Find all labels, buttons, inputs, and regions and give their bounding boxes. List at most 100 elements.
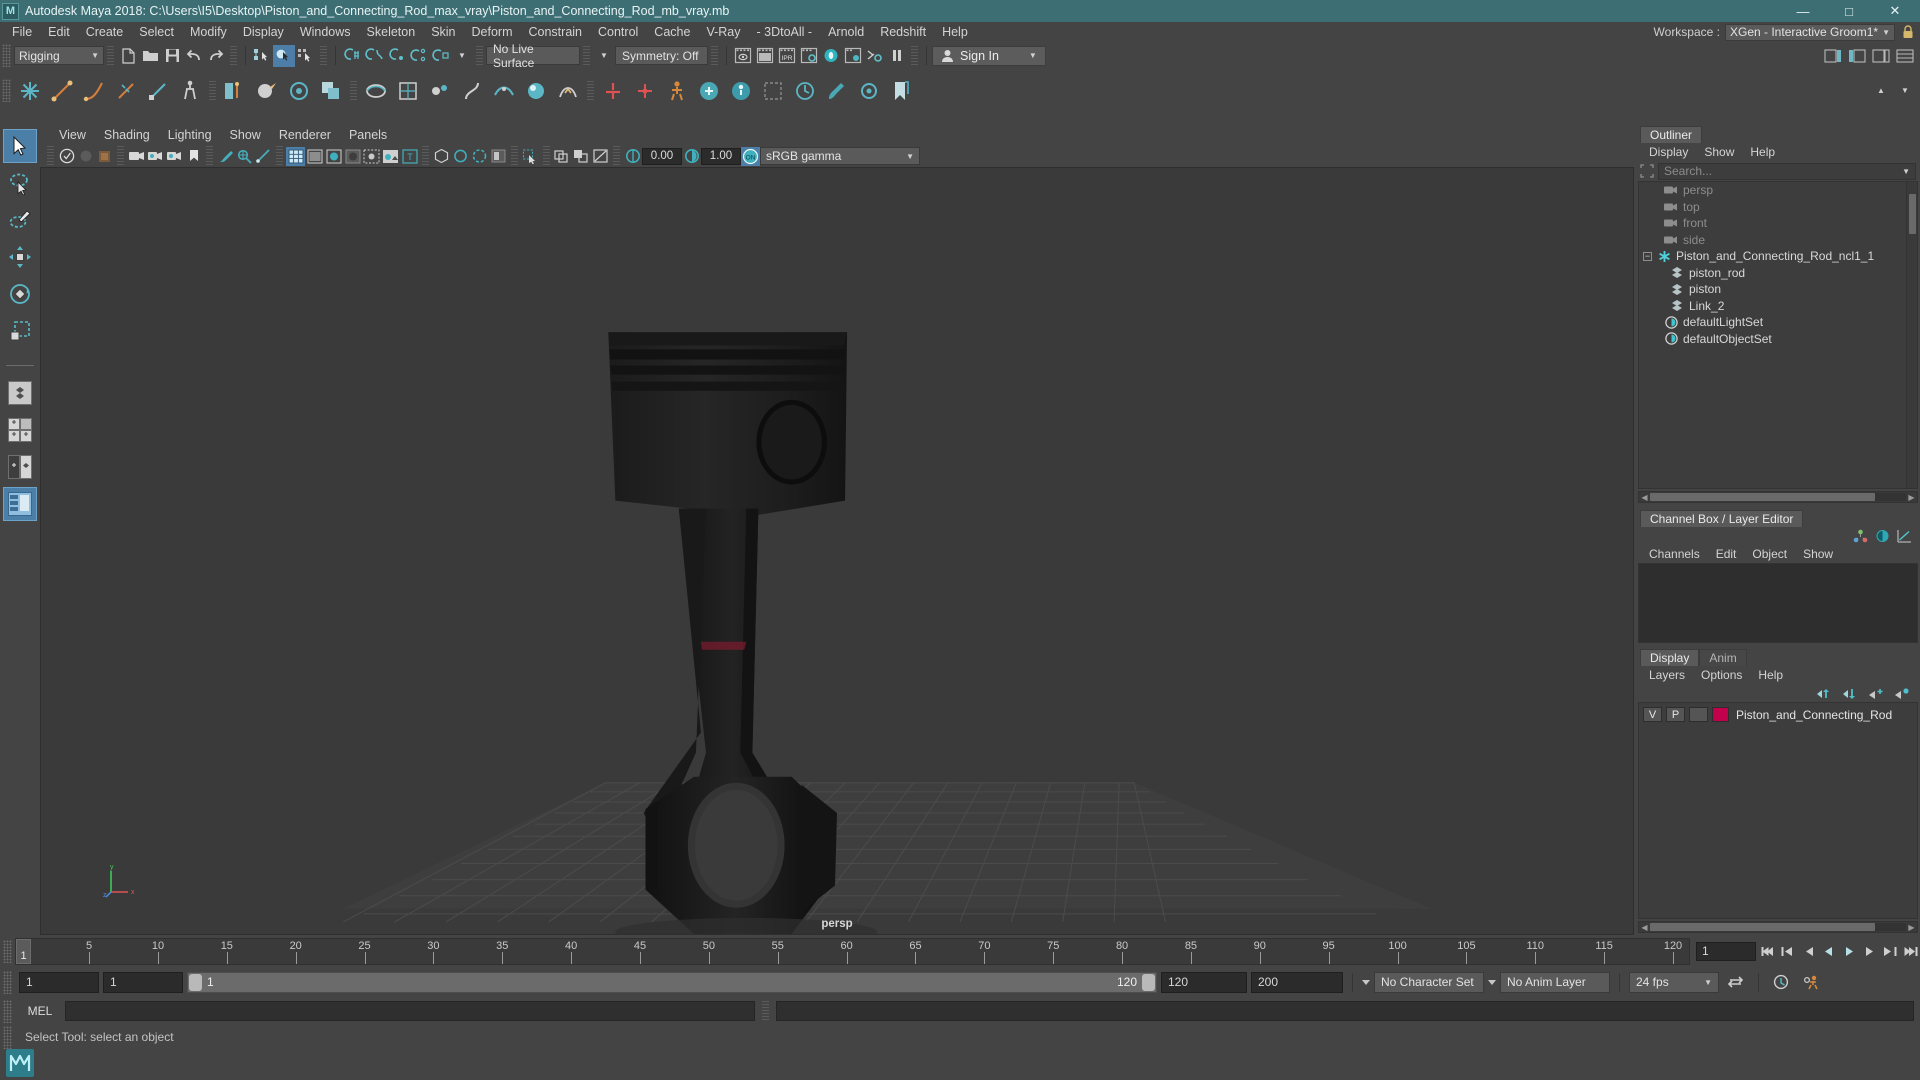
command-line-grip[interactable] [3, 999, 12, 1023]
play-backwards-button[interactable] [1820, 942, 1838, 961]
range-end-handle[interactable] [1142, 973, 1155, 991]
playback-start-field[interactable]: 1 [103, 971, 183, 993]
scroll-thumb[interactable] [1650, 923, 1876, 931]
move-tool[interactable] [3, 240, 37, 274]
fps-dropdown[interactable]: 24 fps ▼ [1629, 971, 1719, 993]
current-frame-field[interactable]: 1 [1696, 941, 1757, 961]
gamma-correct-icon[interactable] [470, 147, 489, 166]
character-set-dropdown-arrow[interactable] [1362, 979, 1370, 985]
gamma-icon[interactable] [682, 147, 701, 166]
layer-display-type-toggle[interactable] [1689, 707, 1708, 722]
live-surface-field[interactable]: No Live Surface [486, 42, 580, 70]
two-d-pan-zoom-icon[interactable] [146, 147, 165, 166]
outliner-vertical-scrollbar[interactable] [1906, 182, 1917, 488]
menu-edit[interactable]: Edit [40, 23, 78, 42]
menu-control[interactable]: Control [590, 23, 646, 42]
menu-cache[interactable]: Cache [646, 23, 698, 42]
bookmark-view-icon[interactable] [95, 147, 114, 166]
xray-joints-icon[interactable] [254, 147, 273, 166]
layer-menu-options[interactable]: Options [1694, 667, 1749, 683]
render-view-button[interactable] [842, 45, 864, 67]
range-slider-grip[interactable] [3, 970, 12, 994]
scroll-track[interactable] [1650, 493, 1906, 501]
menu-help[interactable]: Help [934, 23, 976, 42]
scroll-track[interactable] [1650, 923, 1906, 931]
show-channel-box-button[interactable] [1870, 45, 1892, 67]
layer-menu-help[interactable]: Help [1751, 667, 1790, 683]
add-layer-icon[interactable] [1868, 687, 1884, 700]
anim-layer-field[interactable]: No Anim Layer [1500, 971, 1610, 993]
tab-anim-layers[interactable]: Anim [1699, 649, 1747, 666]
xray-icon[interactable] [235, 147, 254, 166]
outliner-menu-display[interactable]: Display [1642, 144, 1695, 160]
four-view-layout-button[interactable] [3, 413, 37, 447]
layer-color-swatch[interactable] [1712, 707, 1729, 722]
shelf-pose-icon[interactable] [789, 75, 821, 107]
shelf-deformer-wire-icon[interactable] [488, 75, 520, 107]
loop-playback-button[interactable] [1723, 973, 1749, 992]
outliner-item-front[interactable]: front [1639, 215, 1917, 232]
panel-menu-panels[interactable]: Panels [340, 126, 396, 145]
layer-playback-toggle[interactable]: P [1666, 707, 1685, 722]
outliner-item-default-light-set[interactable]: defaultLightSet [1639, 314, 1917, 331]
save-scene-button[interactable] [161, 45, 183, 67]
shelf-ik-handle-icon[interactable] [46, 75, 78, 107]
minimize-button[interactable]: — [1780, 0, 1826, 22]
symmetry-dropdown-arrow[interactable]: ▼ [593, 45, 615, 67]
shaded-display-icon[interactable] [305, 147, 324, 166]
show-tool-settings-button[interactable] [1846, 45, 1868, 67]
channelbox-menu-edit[interactable]: Edit [1709, 546, 1744, 562]
grease-pencil-icon[interactable] [165, 147, 184, 166]
collapse-expander-icon[interactable]: − [1643, 251, 1652, 261]
rotate-tool[interactable] [3, 277, 37, 311]
tab-outliner[interactable]: Outliner [1640, 126, 1703, 143]
outliner-item-top[interactable]: top [1639, 199, 1917, 216]
shelf-deformer-lattice-icon[interactable] [392, 75, 424, 107]
snap-to-grid-button[interactable] [341, 45, 363, 67]
render-settings-button[interactable] [798, 45, 820, 67]
isolate-select-icon[interactable] [451, 147, 470, 166]
display-layer-list[interactable]: V P Piston_and_Connecting_Rod [1638, 702, 1918, 919]
status-row-grip[interactable] [3, 1025, 12, 1049]
shelf-ik-spring-icon[interactable] [110, 75, 142, 107]
layer-horizontal-scrollbar[interactable]: ◀ ▶ [1638, 921, 1918, 933]
shelf-grip-handle[interactable] [2, 79, 11, 102]
pause-render-button[interactable] [886, 45, 908, 67]
show-attribute-editor-button[interactable] [1822, 45, 1844, 67]
range-slider-bar[interactable]: 1 120 [187, 971, 1157, 993]
playback-end-field[interactable]: 120 [1161, 971, 1247, 993]
lock-icon[interactable] [1900, 24, 1916, 41]
scroll-right-icon[interactable]: ▶ [1906, 923, 1917, 932]
snap-to-projected-center-button[interactable] [407, 45, 429, 67]
texture-display-icon[interactable]: T [400, 147, 419, 166]
time-slider-grip[interactable] [3, 939, 12, 963]
color-management-toggle[interactable]: ON [741, 146, 760, 166]
shelf-character-icon[interactable] [661, 75, 693, 107]
attribute-editor-icon[interactable] [1875, 529, 1890, 543]
step-forward-key-button[interactable] [1881, 942, 1899, 961]
animation-preferences-button[interactable] [1798, 973, 1824, 992]
scroll-right-icon[interactable]: ▶ [1906, 493, 1917, 502]
undo-button[interactable] [183, 45, 205, 67]
new-scene-button[interactable] [117, 45, 139, 67]
outliner-horizontal-scrollbar[interactable]: ◀ ▶ [1638, 491, 1918, 503]
select-tool[interactable] [3, 129, 37, 163]
step-back-key-button[interactable] [1779, 942, 1797, 961]
shelf-constraint-parent-icon[interactable] [597, 75, 629, 107]
current-time-indicator[interactable]: 1 [16, 938, 31, 964]
scroll-left-icon[interactable]: ◀ [1639, 493, 1650, 502]
snap-magnet-dropdown[interactable]: ▼ [451, 45, 473, 67]
hypershade-button[interactable] [820, 45, 842, 67]
channel-box-icon[interactable] [1853, 529, 1868, 543]
scroll-thumb[interactable] [1650, 493, 1876, 501]
outliner-menu-show[interactable]: Show [1697, 144, 1741, 160]
outliner-menu-help[interactable]: Help [1743, 144, 1782, 160]
render-copy-icon[interactable] [572, 147, 591, 166]
channelbox-content-area[interactable] [1638, 563, 1918, 643]
shelf-scroll-up-icon[interactable]: ▲ [1870, 80, 1892, 102]
shelf-quick-rig-icon[interactable] [693, 75, 725, 107]
channelbox-menu-object[interactable]: Object [1745, 546, 1794, 562]
shelf-skeleton-icon[interactable] [174, 75, 206, 107]
command-result-field[interactable] [776, 1001, 1914, 1021]
shelf-deformer-sculpt-icon[interactable] [520, 75, 552, 107]
